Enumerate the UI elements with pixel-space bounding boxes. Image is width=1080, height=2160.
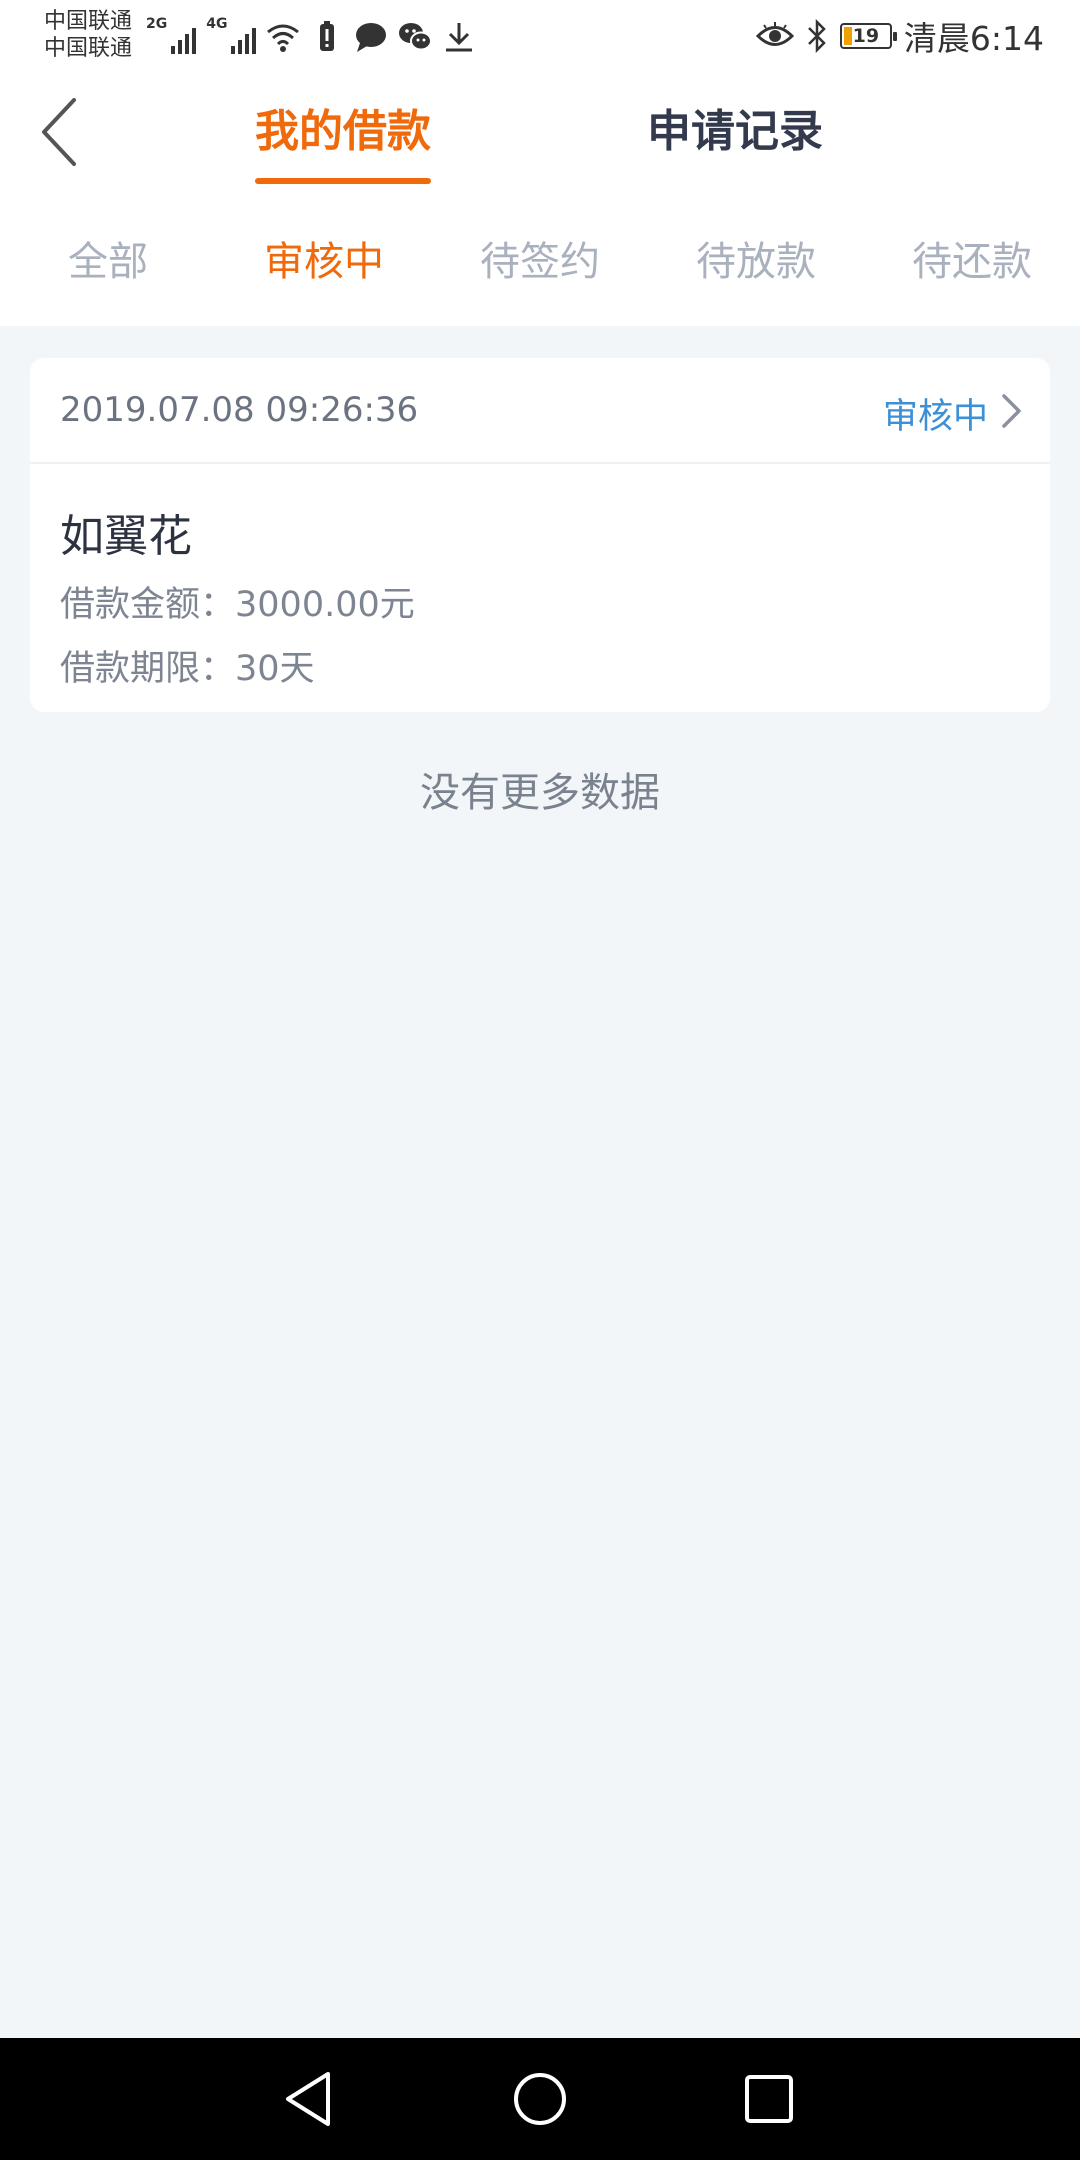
network-type-1: 2G [146,16,168,32]
bluetooth-icon [808,19,826,53]
loan-amount-row: 借款金额：3000.00元 [60,576,415,627]
nav-back-icon[interactable] [270,2060,348,2138]
wechat-icon [399,23,433,51]
nav-recents-icon[interactable] [730,2060,808,2138]
status-filter-tabs: 全部 审核中 待签约 待放款 待还款 [0,200,1080,326]
back-arrow-icon[interactable] [36,94,92,170]
carrier-2: 中国联通 [44,36,133,61]
no-more-data-hint: 没有更多数据 [420,770,660,816]
loan-term-value: 30天 [235,649,315,689]
tab-application-records-label: 申请记录 [647,106,823,157]
loan-amount-value: 3000.00元 [235,585,415,625]
active-tab-underline [255,178,431,184]
filter-under-review[interactable]: 审核中 [216,200,432,326]
signal-bars-icon [171,24,197,54]
wifi-icon [267,24,300,52]
status-icons-right: 19 清晨6:14 [755,12,1044,60]
loan-term-row: 借款期限：30天 [60,640,315,691]
filter-all[interactable]: 全部 [0,200,216,326]
tab-application-records[interactable]: 申请记录 [647,100,823,164]
clock: 清晨6:14 [903,19,1044,58]
signal-bars-icon [231,24,257,54]
battery-saver-icon [320,21,335,51]
screen: 中国联通 中国联通 2G 4G 19 清晨6:14 我的借款 申请记录 全部 审… [0,0,1080,2160]
filter-pending-repayment[interactable]: 待还款 [864,200,1080,326]
carrier-labels: 中国联通 中国联通 [44,8,132,62]
loan-amount-label: 借款金额： [60,585,236,625]
download-icon [446,23,473,52]
header: 我的借款 申请记录 [0,72,1080,200]
filter-pending-disbursement[interactable]: 待放款 [648,200,864,326]
navigation-bar [0,2038,1080,2160]
loan-card[interactable]: 2019.07.08 09:26:36 审核中 如翼花 借款金额：3000.00… [30,358,1050,712]
nav-home-icon[interactable] [501,2060,579,2138]
status-bar: 中国联通 中国联通 2G 4G 19 清晨6:14 [0,0,1080,72]
loan-card-header[interactable]: 2019.07.08 09:26:36 审核中 [30,358,1050,464]
battery-level: 19 [852,25,880,47]
loan-term-label: 借款期限： [60,649,236,689]
eye-icon [755,22,794,46]
battery-icon: 19 [839,23,897,49]
carrier-1: 中国联通 [44,9,133,34]
loan-status-link[interactable]: 审核中 [883,388,988,439]
filter-pending-sign[interactable]: 待签约 [432,200,648,326]
tab-my-loans-label: 我的借款 [255,106,431,157]
network-type-2: 4G [206,16,228,32]
loan-datetime: 2019.07.08 09:26:36 [60,390,419,430]
message-bubble-icon [356,23,387,52]
status-icons-left: 2G 4G [146,14,476,54]
tab-my-loans[interactable]: 我的借款 [255,100,431,184]
chevron-right-icon [1002,394,1021,428]
loan-product-name: 如翼花 [60,511,192,562]
